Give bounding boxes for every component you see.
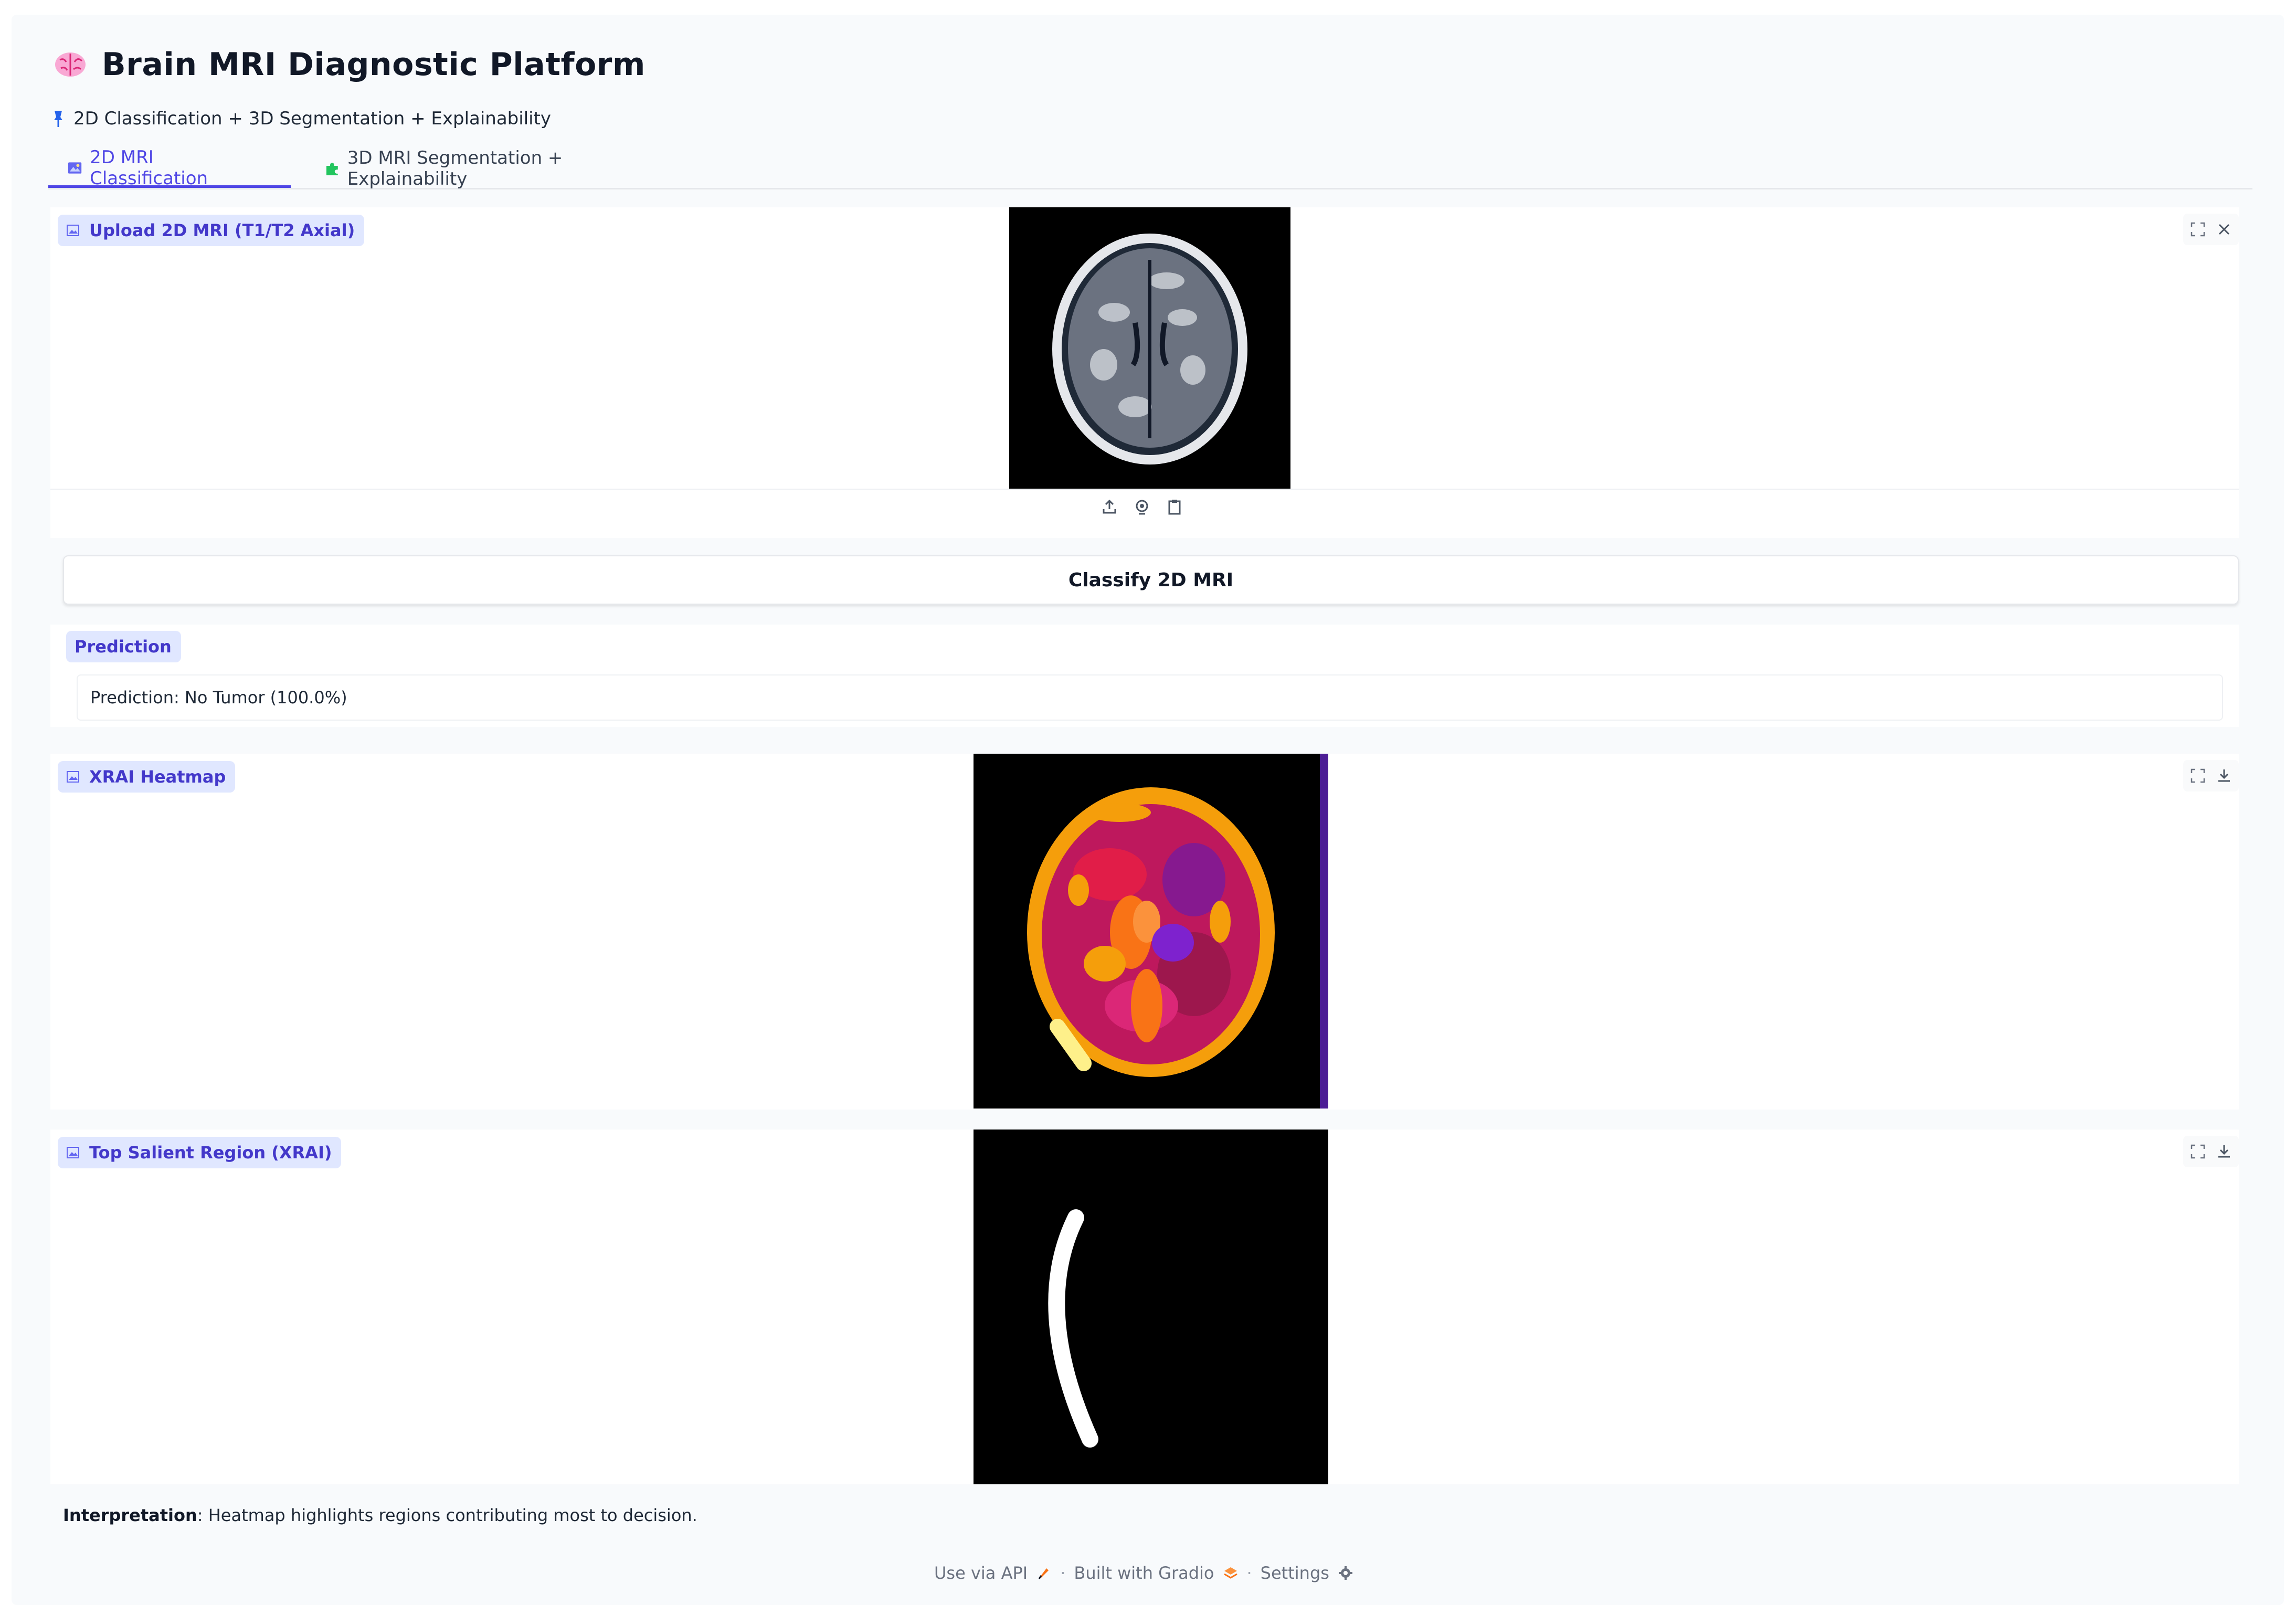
image-icon	[67, 771, 79, 783]
image-icon	[67, 1147, 79, 1158]
download-icon[interactable]	[2215, 766, 2234, 785]
footer: Use via API · Built with Gradio · Settin…	[934, 1563, 1353, 1583]
salient-region-image	[974, 1130, 1328, 1484]
clipboard-icon[interactable]	[1165, 498, 1184, 516]
puzzle-icon	[326, 163, 338, 175]
download-icon[interactable]	[2215, 1142, 2234, 1161]
api-link[interactable]: Use via API	[934, 1563, 1028, 1583]
tab-2d-classification[interactable]: 2D MRI Classification	[48, 146, 291, 189]
settings-link[interactable]: Settings	[1261, 1563, 1329, 1583]
salient-region-panel: Top Salient Region (XRAI)	[50, 1130, 2239, 1484]
heatmap-label: XRAI Heatmap	[58, 761, 236, 793]
interpretation-heading: Interpretation	[63, 1505, 197, 1525]
webcam-icon[interactable]	[1133, 498, 1151, 516]
upload-divider	[50, 489, 2239, 490]
tab-label: 3D MRI Segmentation + Explainability	[347, 147, 563, 189]
footer-separator: ·	[1060, 1563, 1066, 1583]
close-icon[interactable]	[2215, 220, 2234, 239]
salient-corner-tools	[2183, 1136, 2239, 1167]
tab-bar: 2D MRI Classification 3D MRI Segmentatio…	[48, 146, 2252, 189]
image-icon	[68, 162, 82, 174]
prediction-label: Prediction	[66, 631, 181, 662]
subtitle-row: 2D Classification + 3D Segmentation + Ex…	[52, 108, 551, 129]
rocket-icon	[1038, 1568, 1049, 1579]
upload-icon[interactable]	[1100, 498, 1119, 516]
heatmap-corner-tools	[2183, 760, 2239, 791]
heatmap-panel: XRAI Heatmap	[50, 754, 2239, 1110]
pin-icon	[54, 111, 62, 127]
classify-button[interactable]: Classify 2D MRI	[63, 555, 2239, 605]
gear-icon[interactable]	[1338, 1565, 1353, 1581]
uploaded-mri-image	[1009, 207, 1290, 489]
upload-corner-tools	[2183, 214, 2239, 245]
page-title: Brain MRI Diagnostic Platform	[102, 46, 646, 83]
xrai-heatmap-image	[974, 754, 1328, 1109]
page-subtitle: 2D Classification + 3D Segmentation + Ex…	[73, 108, 552, 129]
fullscreen-icon[interactable]	[2188, 766, 2207, 785]
gradio-link[interactable]: Built with Gradio	[1074, 1563, 1214, 1583]
salient-label: Top Salient Region (XRAI)	[58, 1137, 342, 1168]
tab-label: 2D MRI Classification	[90, 146, 208, 189]
prediction-output: Prediction: No Tumor (100.0%)	[77, 674, 2223, 721]
title-row: Brain MRI Diagnostic Platform	[54, 46, 646, 83]
upload-image-panel[interactable]: Upload 2D MRI (T1/T2 Axial)	[50, 207, 2239, 538]
interpretation-text: Interpretation: Heatmap highlights regio…	[63, 1505, 697, 1525]
brain-icon	[55, 52, 86, 77]
fullscreen-icon[interactable]	[2188, 220, 2207, 239]
interpretation-body: : Heatmap highlights regions contributin…	[197, 1505, 697, 1525]
gradio-logo-icon	[1223, 1567, 1237, 1579]
upload-source-tools	[1100, 498, 1184, 516]
footer-separator: ·	[1246, 1563, 1252, 1583]
tab-3d-segmentation[interactable]: 3D MRI Segmentation + Explainability	[305, 147, 704, 189]
fullscreen-icon[interactable]	[2188, 1142, 2207, 1161]
image-icon	[67, 225, 79, 236]
prediction-panel: Prediction Prediction: No Tumor (100.0%)	[50, 625, 2239, 727]
upload-label: Upload 2D MRI (T1/T2 Axial)	[58, 215, 365, 246]
